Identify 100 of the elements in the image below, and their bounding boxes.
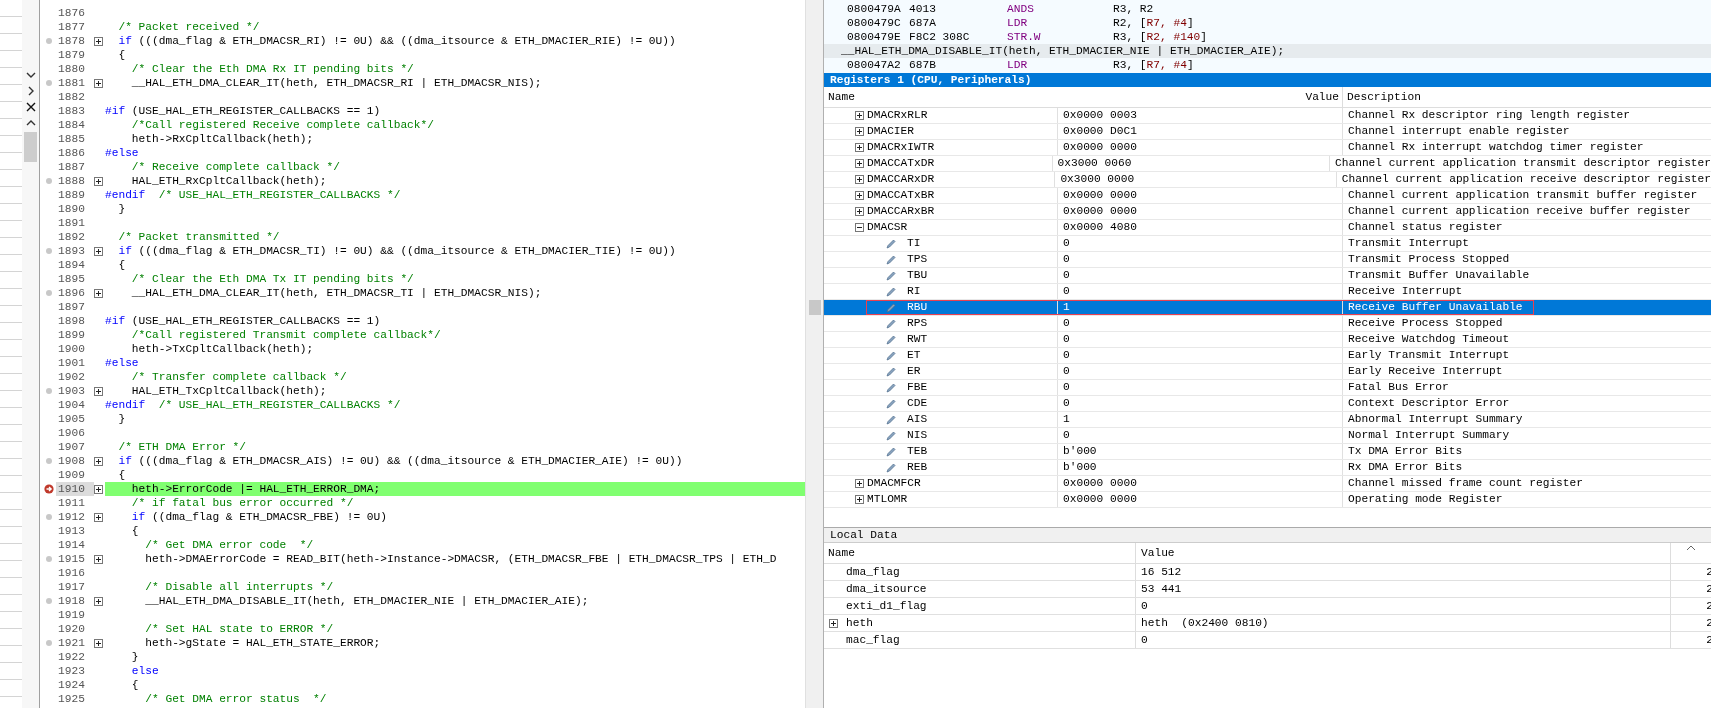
line-number: 1887 — [57, 160, 86, 174]
expand-icon[interactable] — [855, 159, 864, 168]
code-line: __HAL_ETH_DMA_CLEAR_IT(heth, ETH_DMACSR_TI | ETH_DMACSR_NIS); — [130, 287, 542, 299]
description-cell-text: Rx DMA Error Bits — [1347, 460, 1463, 475]
operands-text: R3, [R2, #140] — [1113, 30, 1207, 44]
code-line: #else — [105, 357, 139, 369]
table-row[interactable]: RBU 1 Receive Buffer Unavailable — [824, 300, 1711, 316]
code-line: /* Clear the Eth DMA Rx IT pending bits */ — [130, 63, 414, 75]
column-header[interactable]: Name — [824, 87, 1058, 107]
register-name: DMACRxRLR — [867, 108, 928, 123]
line-number: 1900 — [57, 342, 86, 356]
table-row[interactable]: RWT 0 Receive Watchdog Timeout — [824, 332, 1711, 348]
value-cell: 0 — [1058, 268, 1343, 283]
table-row[interactable]: RPS 0 Receive Process Stopped — [824, 316, 1711, 332]
register-name: DMACIER — [867, 124, 914, 139]
code-line: /* Transfer complete callback */ — [130, 371, 347, 383]
line-number: 1920 — [57, 622, 86, 636]
table-row[interactable]: DMACCARxBR 0x0000 0000 Channel current application receive buffer register — [824, 204, 1711, 220]
value-cell: 0 — [1058, 428, 1343, 443]
mnemonic-text: ANDS — [1007, 2, 1035, 16]
expand-icon[interactable] — [855, 143, 864, 152]
line-number: 1897 — [57, 300, 86, 314]
column-header[interactable]: Description — [1343, 87, 1421, 107]
column-header[interactable]: Name — [824, 543, 1136, 563]
table-row[interactable]: AIS 1 Abnormal Interrupt Summary — [824, 412, 1711, 428]
expand-icon[interactable] — [94, 78, 103, 88]
variable-name: exti_d1_flag — [846, 599, 927, 614]
expand-icon[interactable] — [94, 638, 103, 648]
table-row[interactable]: DMACRxIWTR 0x0000 0000 Channel Rx interrupt watchdog timer register — [824, 140, 1711, 156]
value-cell: 0 — [1058, 236, 1343, 251]
line-number: 1906 — [57, 426, 86, 440]
description-cell-text: Channel current application receive descriptor register — [1340, 172, 1711, 187]
collapse-icon[interactable] — [855, 223, 864, 232]
expand-icon[interactable] — [94, 36, 103, 46]
description-cell-text: Early Receive Interrupt — [1347, 364, 1503, 379]
description-cell-text: Channel missed frame count register — [1347, 476, 1583, 491]
expand-icon[interactable] — [94, 456, 103, 466]
line-number: 1923 — [57, 664, 86, 678]
line-number: 1904 — [57, 398, 86, 412]
scrollbar-thumb[interactable] — [24, 132, 37, 162]
table-row[interactable]: REB b'000 Rx DMA Error Bits — [824, 460, 1711, 476]
table-row[interactable]: DMACIER 0x0000 D0C1 Channel interrupt enable register — [824, 124, 1711, 140]
expand-icon[interactable] — [94, 246, 103, 256]
pencil-icon — [886, 286, 896, 297]
value-cell: 0x0000 4080 — [1058, 220, 1343, 235]
expand-icon[interactable] — [94, 288, 103, 298]
expand-icon[interactable] — [855, 127, 864, 136]
line-number: 1905 — [57, 412, 86, 426]
expand-icon[interactable] — [855, 111, 864, 120]
expand-icon[interactable] — [855, 191, 864, 200]
table-row[interactable]: DMACMFCR 0x0000 0000 Channel missed frame count register — [824, 476, 1711, 492]
register-name: MTLOMR — [867, 492, 908, 507]
table-row[interactable]: DMACCATxDR 0x3000 0060 Channel current application transmit descriptor register — [824, 156, 1711, 172]
table-row[interactable]: DMACCATxBR 0x0000 0000 Channel current application transmit buffer register — [824, 188, 1711, 204]
table-row[interactable]: DMACSR 0x0000 4080 Channel status register — [824, 220, 1711, 236]
table-row[interactable]: TEB b'000 Tx DMA Error Bits — [824, 444, 1711, 460]
table-row[interactable]: TPS 0 Transmit Process Stopped — [824, 252, 1711, 268]
chevron-up-icon[interactable] — [25, 118, 36, 128]
table-row[interactable]: CDE 0 Context Descriptor Error — [824, 396, 1711, 412]
table-row[interactable]: DMACRxRLR 0x0000 0003 Channel Rx descriptor ring length register — [824, 108, 1711, 124]
description-cell-text: Receive Watchdog Timeout — [1347, 332, 1510, 347]
value-cell: 0 — [1058, 348, 1343, 363]
variable-name: dma_flag — [846, 565, 900, 580]
table-row[interactable]: TI 0 Transmit Interrupt — [824, 236, 1711, 252]
register-name: AIS — [907, 412, 928, 427]
value-cell: 0 — [1136, 598, 1671, 614]
expand-icon[interactable] — [855, 479, 864, 488]
code-line: { — [117, 49, 126, 61]
table-row[interactable]: FBE 0 Fatal Bus Error — [824, 380, 1711, 396]
column-header[interactable]: Value — [1136, 543, 1671, 563]
expand-icon[interactable] — [94, 554, 103, 564]
code-line: if (((dma_flag & ETH_DMACSR_RI) != 0U) && ((dma_itsource & ETH_DMACIER_RIE) != 0U)) — [117, 35, 676, 47]
expand-icon[interactable] — [855, 495, 864, 504]
value-cell: 0 — [1136, 632, 1671, 648]
scrollbar-thumb[interactable] — [808, 300, 821, 315]
close-icon[interactable] — [25, 102, 36, 112]
column-header[interactable]: Value — [1058, 87, 1343, 107]
register-name: TI — [907, 236, 921, 251]
line-number: 1918 — [57, 594, 86, 608]
expand-icon[interactable] — [94, 596, 103, 606]
expand-icon[interactable] — [855, 207, 864, 216]
expand-icon[interactable] — [94, 176, 103, 186]
table-row[interactable]: ET 0 Early Transmit Interrupt — [824, 348, 1711, 364]
value-cell: b'000 — [1058, 444, 1343, 459]
expand-icon[interactable] — [855, 175, 864, 184]
line-number: 1921 — [57, 636, 86, 650]
table-row[interactable]: MTLOMR 0x0000 0000 Operating mode Register — [824, 492, 1711, 508]
table-row[interactable]: NIS 0 Normal Interrupt Summary — [824, 428, 1711, 444]
code-line: heth->TxCpltCallback(heth); — [130, 343, 314, 355]
table-row[interactable]: DMACCARxDR 0x3000 0000 Channel current application receive descriptor register — [824, 172, 1711, 188]
expand-icon[interactable] — [94, 386, 103, 396]
expand-icon[interactable] — [94, 512, 103, 522]
table-row[interactable]: TBU 0 Transmit Buffer Unavailable — [824, 268, 1711, 284]
code-line: #if (USE_HAL_ETH_REGISTER_CALLBACKS == 1) — [105, 315, 381, 327]
register-name: FBE — [907, 380, 928, 395]
table-row[interactable]: ER 0 Early Receive Interrupt — [824, 364, 1711, 380]
expand-icon[interactable] — [94, 484, 103, 494]
sort-icon[interactable] — [1686, 545, 1696, 551]
expand-icon[interactable] — [829, 618, 838, 628]
chevron-down-icon[interactable] — [25, 70, 36, 80]
